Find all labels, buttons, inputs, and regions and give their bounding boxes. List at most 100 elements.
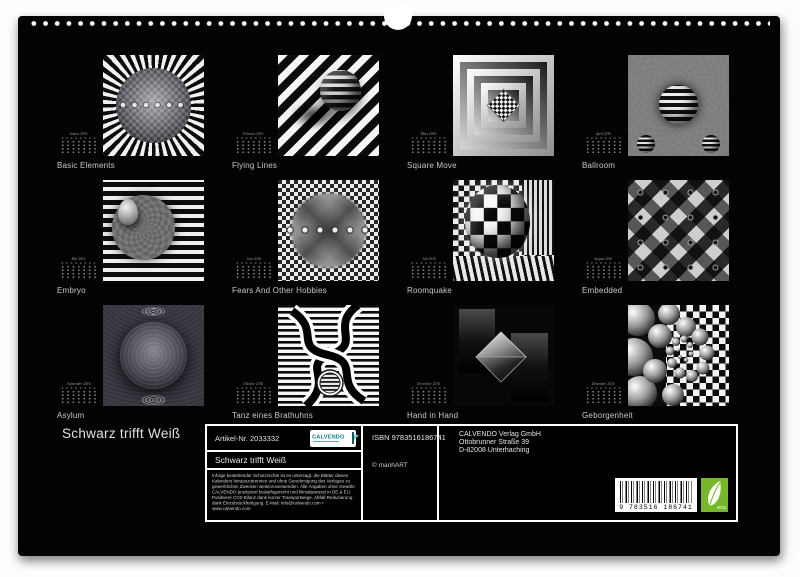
thumb-basic-elements [103, 55, 204, 156]
mini-month-label: Februar 2016 [243, 131, 263, 135]
mini-month-label: April 2016 [596, 131, 612, 135]
mini-month-calendar: Mai 2016 [57, 252, 100, 282]
op-art-circle-band [283, 223, 374, 237]
artwork-title: Tanz eines Brathuhns [232, 411, 407, 420]
op-art-floor [453, 256, 554, 281]
mini-month-label: August 2016 [594, 256, 612, 260]
mini-weekday-row [410, 262, 447, 265]
thumb-hand-in-hand [453, 305, 554, 406]
artwork-title: Embedded [582, 286, 757, 295]
mini-month-calendar: Februar 2016 [232, 127, 275, 157]
mini-month-calendar: September 2016 [57, 377, 100, 407]
calendar-back-sheet: Januar 2016 Basic Elements Februar 2016 [18, 16, 780, 556]
legal-row: Infolge bestehender Schutzrechte ist es … [207, 470, 361, 553]
calendar-cell: Mai 2016 Embryo [57, 180, 232, 305]
mini-weekday-row [235, 137, 272, 140]
calendar-cell: Januar 2016 Basic Elements [57, 55, 232, 180]
mini-days-grid [410, 265, 448, 279]
product-info-column: Artikel-Nr. 2033332 CALVENDO Schwarz tri… [207, 426, 363, 520]
mini-weekday-row [585, 262, 622, 265]
publisher-info-box: Artikel-Nr. 2033332 CALVENDO Schwarz tri… [205, 424, 738, 522]
mini-days-grid [60, 265, 98, 279]
calendar-cell: April 2016 Ballroom [582, 55, 757, 180]
mini-month-calendar: Januar 2016 [57, 127, 100, 157]
page-background: Januar 2016 Basic Elements Februar 2016 [0, 0, 800, 577]
mini-month-calendar: März 2016 [407, 127, 450, 157]
mini-month-calendar: August 2016 [582, 252, 625, 282]
copyright-text: © manhART [372, 462, 408, 469]
mini-days-grid [585, 140, 623, 154]
thumb-square-move [453, 55, 554, 156]
mini-days-grid [235, 265, 273, 279]
calendar-cell: Juni 2016 Fears And Other Hobbies [232, 180, 407, 305]
address-line: CALVENDO Verlag GmbH [459, 431, 541, 439]
calvendo-logo-text: CALVENDO [312, 434, 344, 440]
mini-weekday-row [410, 137, 447, 140]
mini-weekday-row [585, 137, 622, 140]
mini-month-label: November 2016 [417, 381, 440, 385]
mini-month-calendar: November 2016 [407, 377, 450, 407]
mini-days-grid [410, 390, 448, 404]
mini-weekday-row [410, 387, 447, 390]
mini-month-label: Juni 2016 [246, 256, 260, 260]
calvendo-logo: CALVENDO [310, 430, 356, 447]
artwork-title: Roomquake [407, 286, 582, 295]
mini-month-calendar: Juni 2016 [232, 252, 275, 282]
artwork-title: Geborgenheit [582, 411, 757, 420]
artwork-title: Fears And Other Hobbies [232, 286, 407, 295]
thumb-ballroom [628, 55, 729, 156]
mini-weekday-row [60, 262, 97, 265]
barcode-digits: 9 783516 186741 [615, 504, 697, 511]
mini-days-grid [60, 390, 98, 404]
artikel-row: Artikel-Nr. 2033332 CALVENDO [207, 426, 361, 452]
op-art-sphere [659, 85, 697, 123]
mini-weekday-row [60, 387, 97, 390]
month-thumbnail-grid: Januar 2016 Basic Elements Februar 2016 [57, 55, 757, 430]
thumb-embryo [103, 180, 204, 281]
address-line: Ottobrunner Straße 39 [459, 439, 541, 447]
op-art-small-sphere [702, 135, 720, 153]
op-art-sphere [465, 185, 530, 258]
mini-month-label: März 2016 [421, 131, 437, 135]
eco-badge: eco [701, 478, 728, 512]
calendar-cell: Dezember 2016 [582, 305, 757, 430]
mini-days-grid [60, 140, 98, 154]
calendar-title: Schwarz trifft Weiß [62, 426, 180, 441]
mini-days-grid [585, 265, 623, 279]
address-line: D-82008 Unterhaching [459, 447, 541, 455]
mini-weekday-row [60, 137, 97, 140]
calvendo-logo-icon [352, 432, 354, 444]
artwork-title: Flying Lines [232, 161, 407, 170]
thumb-asylum [103, 305, 204, 406]
mini-weekday-row [235, 387, 272, 390]
op-art-egg [118, 199, 138, 225]
artikel-number: Artikel-Nr. 2033332 [215, 434, 279, 443]
thumb-embedded [628, 180, 729, 281]
mini-month-calendar: Dezember 2016 [582, 377, 625, 407]
thumb-tanz-eines-brathuhns [278, 305, 379, 406]
mini-days-grid [235, 390, 273, 404]
mini-month-label: Dezember 2016 [592, 381, 615, 385]
calvendo-logo-tagline [313, 441, 339, 443]
calendar-title-small: Schwarz trifft Weiß [215, 455, 286, 465]
mini-days-grid [585, 390, 623, 404]
barcode-bars [620, 481, 692, 503]
mini-month-calendar: Juli 2016 [407, 252, 450, 282]
artwork-title: Ballroom [582, 161, 757, 170]
calendar-cell: März 2016 [407, 55, 582, 180]
op-art-band [118, 100, 189, 110]
mini-days-grid [410, 140, 448, 154]
isbn-text: ISBN 9783516186741 [372, 433, 446, 442]
artwork-title: Basic Elements [57, 161, 232, 170]
hanger-hole [384, 2, 412, 30]
calendar-cell: August 2016 Embedded [582, 180, 757, 305]
mini-month-label: Mai 2016 [72, 256, 86, 260]
op-art-ripple [142, 307, 164, 316]
legal-text: Infolge bestehender Schutzrechte ist es … [212, 473, 356, 511]
thumb-roomquake [453, 180, 554, 281]
mini-weekday-row [235, 262, 272, 265]
mini-month-calendar: April 2016 [582, 127, 625, 157]
ean-barcode: 9 783516 186741 [615, 478, 697, 512]
mini-days-grid [235, 140, 273, 154]
mini-month-label: Juli 2016 [422, 256, 436, 260]
